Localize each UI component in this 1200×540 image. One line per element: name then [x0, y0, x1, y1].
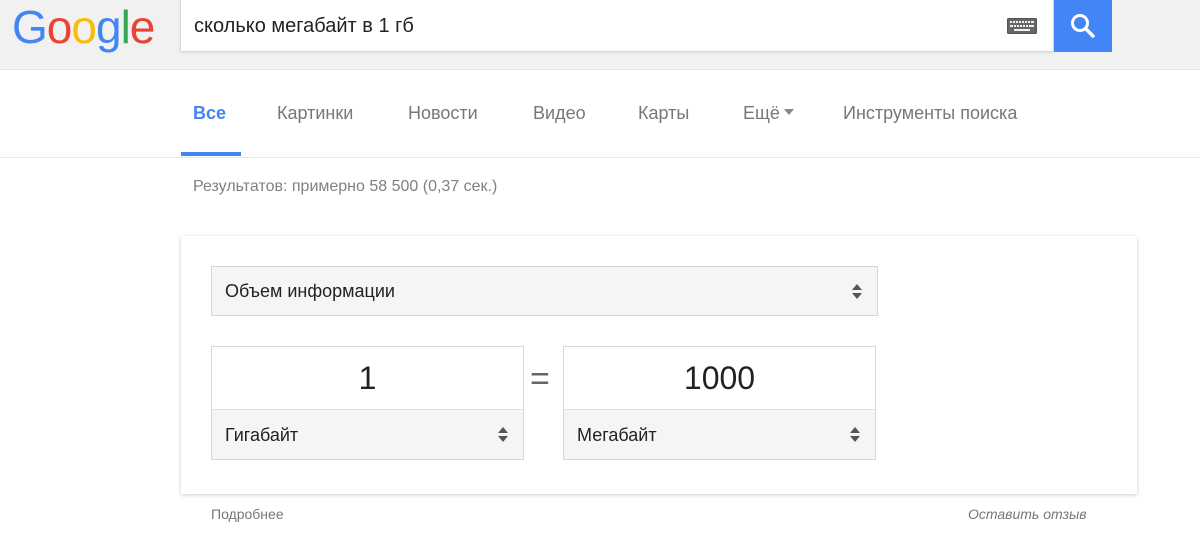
to-unit-label: Мегабайт: [577, 425, 657, 445]
to-value-input[interactable]: [564, 347, 875, 409]
search-input[interactable]: [194, 0, 974, 52]
logo-letter-g1: G: [12, 1, 48, 53]
keyboard-icon[interactable]: [1007, 18, 1037, 34]
tab-more[interactable]: Ещё: [743, 71, 794, 157]
to-unit-select[interactable]: Мегабайт: [564, 409, 875, 459]
search-box: [180, 0, 1054, 52]
feedback-link[interactable]: Оставить отзыв: [968, 506, 1087, 522]
header: Google: [0, 0, 1200, 70]
logo-letter-l: l: [120, 1, 131, 53]
tab-images[interactable]: Картинки: [277, 71, 353, 157]
active-tab-indicator: [181, 152, 241, 156]
tab-maps[interactable]: Карты: [638, 71, 689, 157]
updown-arrows-icon: [850, 427, 860, 443]
search-icon: [1071, 14, 1095, 38]
search-button[interactable]: [1054, 0, 1112, 52]
logo-letter-o2: o: [71, 1, 97, 53]
from-unit-select[interactable]: Гигабайт: [212, 409, 523, 459]
result-stats: Результатов: примерно 58 500 (0,37 сек.): [193, 178, 498, 195]
google-logo[interactable]: Google: [12, 1, 156, 53]
from-value-input[interactable]: [212, 347, 523, 409]
tab-more-label: Ещё: [743, 103, 780, 123]
to-unit-panel: Мегабайт: [563, 346, 876, 460]
more-info-link[interactable]: Подробнее: [211, 506, 284, 522]
category-select-label: Объем информации: [225, 281, 395, 301]
updown-arrows-icon: [498, 427, 508, 443]
logo-letter-o1: o: [46, 1, 73, 53]
from-unit-panel: Гигабайт: [211, 346, 524, 460]
caret-down-icon: [783, 109, 794, 116]
tab-video[interactable]: Видео: [533, 71, 586, 157]
logo-letter-g2: g: [95, 1, 122, 53]
tab-news[interactable]: Новости: [408, 71, 478, 157]
equals-sign: =: [530, 360, 550, 398]
tab-all[interactable]: Все: [193, 71, 226, 157]
category-select[interactable]: Объем информации: [211, 266, 878, 316]
logo-letter-e: e: [129, 1, 156, 53]
updown-arrows-icon: [852, 284, 862, 300]
tab-search-tools[interactable]: Инструменты поиска: [843, 71, 1017, 157]
from-unit-label: Гигабайт: [225, 425, 299, 445]
search-tabs: Все Картинки Новости Видео Карты Ещё Инс…: [0, 71, 1200, 158]
